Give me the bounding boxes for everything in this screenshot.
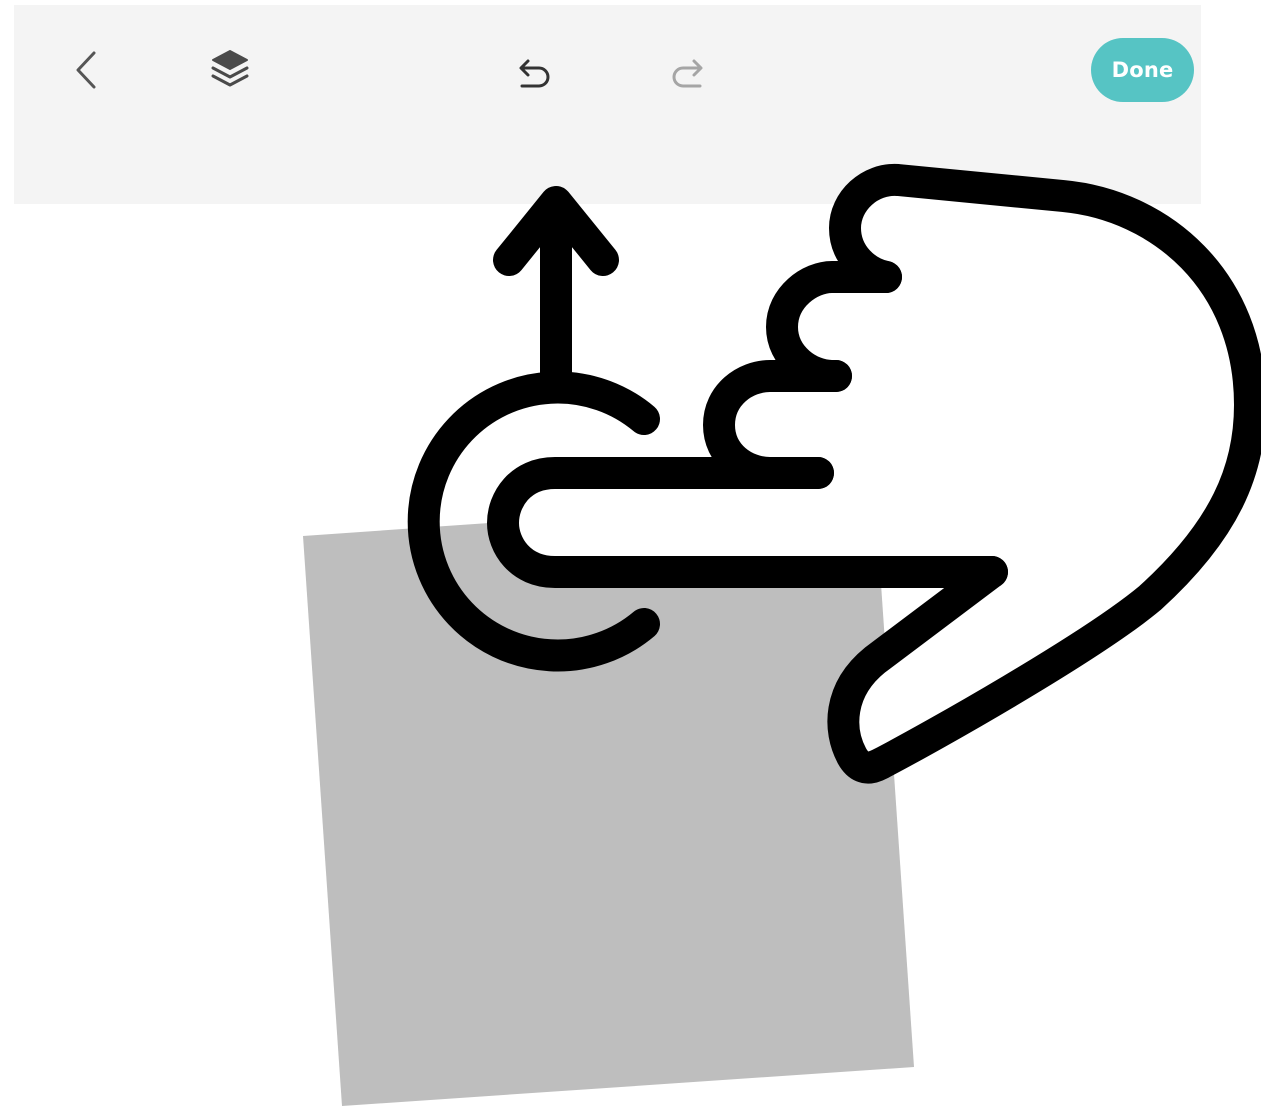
selected-shape[interactable] [303,496,914,1106]
undo-button[interactable] [508,49,560,97]
layers-icon [211,50,249,87]
done-button[interactable]: Done [1091,38,1194,102]
redo-icon [672,59,703,88]
back-button[interactable] [68,45,108,95]
editor-screen: Done [0,0,1261,1107]
undo-icon [519,59,550,88]
chevron-left-icon [76,51,96,89]
redo-button[interactable] [662,49,714,97]
layers-button[interactable] [204,45,256,97]
top-toolbar: Done [14,5,1201,204]
